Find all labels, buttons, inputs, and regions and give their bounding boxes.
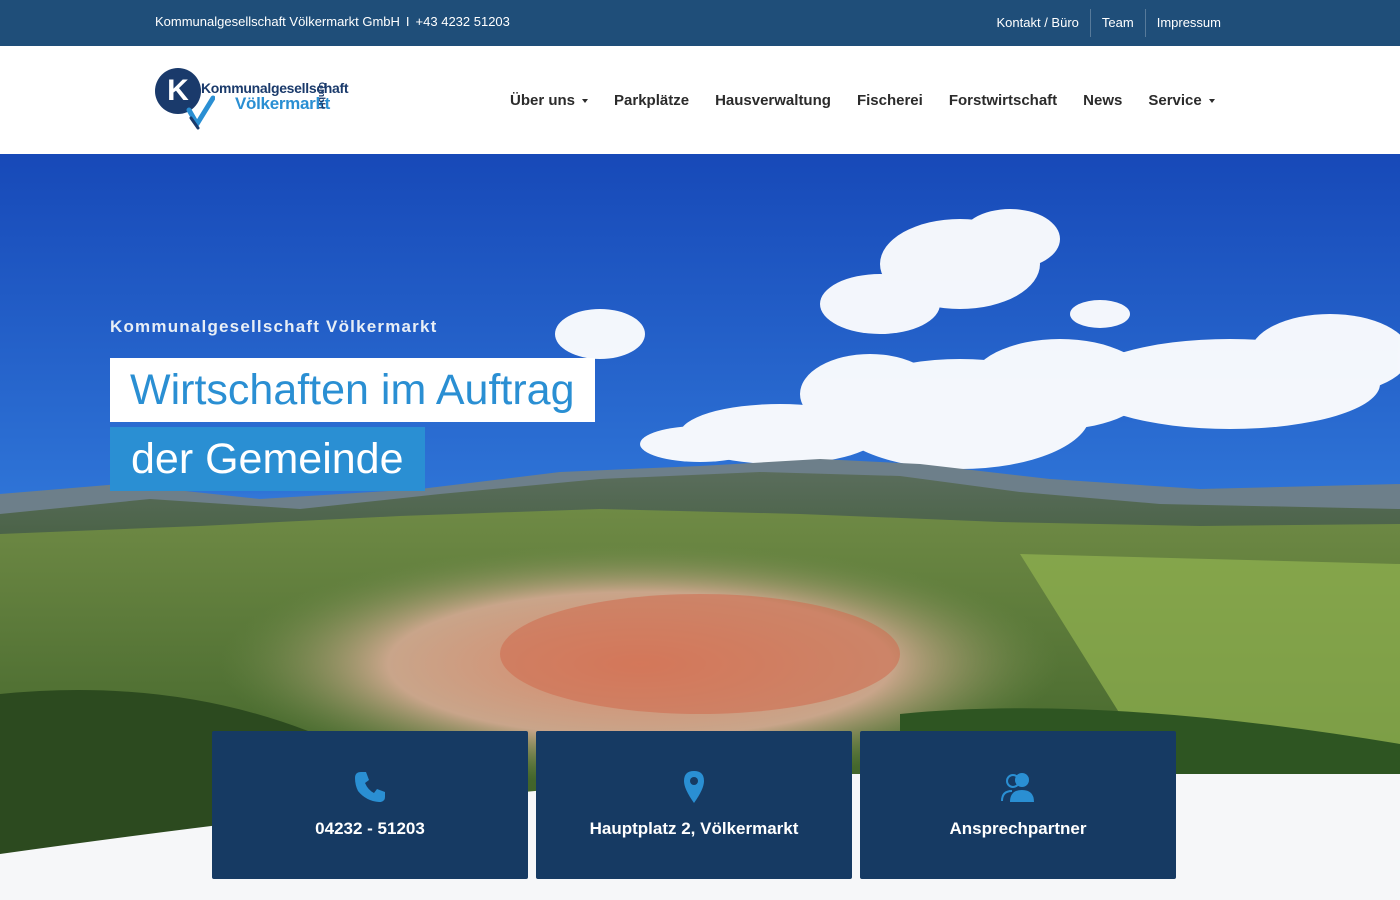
nav-item-service[interactable]: Service <box>1148 91 1215 109</box>
nav-item-label: Forstwirtschaft <box>948 91 1058 109</box>
nav-item-label: Über uns <box>510 91 576 109</box>
nav-item-label: Fischerei <box>856 91 923 109</box>
link-kontakt-buero[interactable]: Kontakt / Büro <box>986 9 1090 37</box>
info-cards: 04232 - 51203 Hauptplatz 2, Völkermarkt … <box>212 731 1176 879</box>
nav-item-label: Parkplätze <box>614 91 690 109</box>
map-pin-icon <box>684 771 704 803</box>
top-bar-contact: Kommunalgesellschaft Völkermarkt GmbH I +4… <box>155 14 510 29</box>
contacts-icon <box>1001 773 1034 802</box>
logo-text-suffix: GmbH <box>317 82 327 109</box>
nav-item-label: Service <box>1148 91 1202 109</box>
card-address-label: Hauptplatz 2, Völkermarkt <box>589 819 799 838</box>
nav-item-fischerei[interactable]: Fischerei <box>857 92 923 109</box>
nav-item-news[interactable]: News <box>1083 92 1122 109</box>
chevron-down-icon <box>1208 98 1215 103</box>
top-bar-company: Kommunalgesellschaft Völkermarkt GmbH <box>155 14 400 29</box>
nav-item-label: Hausverwaltung <box>715 91 831 109</box>
logo-check-icon <box>186 95 215 130</box>
link-impressum[interactable]: Impressum <box>1144 9 1232 37</box>
card-contacts[interactable]: Ansprechpartner <box>860 731 1176 879</box>
nav-item-label: News <box>1083 91 1123 109</box>
link-team[interactable]: Team <box>1089 9 1145 37</box>
nav-item-ueber-uns[interactable]: Über uns <box>510 91 589 109</box>
top-bar: Kommunalgesellschaft Völkermarkt GmbH I +4… <box>0 0 1400 46</box>
nav-item-hausverwaltung[interactable]: Hausverwaltung <box>715 92 831 109</box>
hero-headline-line1: Wirtschaften im Auftrag <box>110 358 595 422</box>
nav-item-forstwirtschaft[interactable]: Forstwirtschaft <box>949 92 1057 109</box>
site-header: K Kommunalgesellschaft Völkermarkt GmbH … <box>0 46 1400 154</box>
hero-subtitle: Kommunalgesellschaft Völkermarkt <box>110 317 438 336</box>
top-bar-links: Kontakt / Büro Team Impressum <box>986 0 1232 46</box>
nav-item-parkplaetze[interactable]: Parkplätze <box>614 92 689 109</box>
card-phone-label: 04232 - 51203 <box>315 819 425 838</box>
phone-icon <box>355 772 385 802</box>
card-contacts-label: Ansprechpartner <box>949 819 1087 838</box>
top-bar-separator: I <box>405 14 410 29</box>
card-phone[interactable]: 04232 - 51203 <box>212 731 528 879</box>
chevron-down-icon <box>582 98 589 103</box>
hero-headline-line2: der Gemeinde <box>110 427 425 491</box>
card-address[interactable]: Hauptplatz 2, Völkermarkt <box>536 731 852 879</box>
top-bar-phone[interactable]: +43 4232 51203 <box>416 14 510 29</box>
logo-text-line2: Völkermarkt <box>235 94 330 113</box>
main-nav: Über uns Parkplätze Hausverwaltung Fisch… <box>510 46 1241 154</box>
site-logo[interactable]: K Kommunalgesellschaft Völkermarkt GmbH <box>155 68 349 132</box>
